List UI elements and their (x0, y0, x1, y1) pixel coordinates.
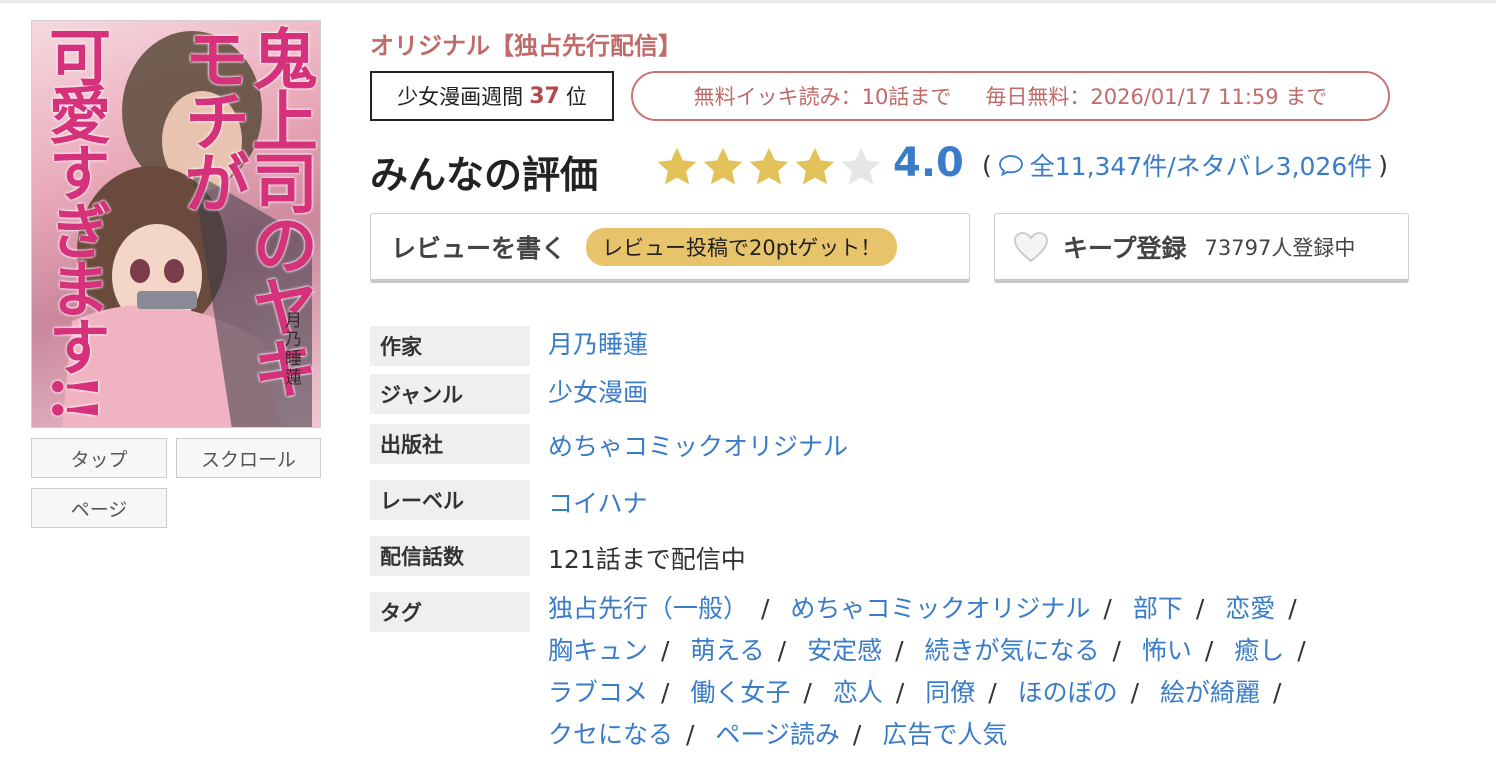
speech-bubble-icon (998, 155, 1023, 176)
tag-separator: / (1103, 594, 1112, 623)
star-icon (795, 147, 835, 185)
tag-separator: / (761, 594, 770, 623)
review-promo-badge: レビュー投稿で20ptゲット！ (586, 227, 898, 266)
keep-count: 73797人登録中 (1204, 235, 1356, 260)
genre-link[interactable]: 少女漫画 (548, 373, 648, 409)
tag-link[interactable]: ほのぼの (1018, 678, 1118, 707)
tag-separator: / (1297, 636, 1306, 665)
tag-link[interactable]: 同僚 (925, 678, 975, 707)
ranking-prefix: 少女漫画週間 (397, 85, 524, 109)
write-review-button[interactable]: レビューを書く レビュー投稿で20ptゲット！ (370, 213, 970, 283)
rating-close-paren: ) (1378, 150, 1389, 180)
rating-value: 4.0 (893, 140, 964, 186)
tag-link[interactable]: ラブコメ (548, 678, 648, 707)
tag-link[interactable]: 恋愛 (1225, 594, 1275, 623)
tag-link[interactable]: 胸キュン (548, 636, 648, 665)
author-label: 作家 (370, 326, 530, 366)
publisher-label: 出版社 (370, 424, 530, 464)
episodes-value: 121話まで配信中 (548, 545, 746, 574)
tag-link[interactable]: 働く女子 (690, 678, 790, 707)
star-icon (703, 147, 743, 185)
page-view-button[interactable]: ページ (31, 488, 167, 528)
cover-image[interactable]: 可愛すぎます!! 鬼上司のヤキモチが 月乃睡蓮 (31, 20, 321, 428)
tags-label: タグ (370, 592, 530, 632)
free-ikki-text: 無料イッキ読み：10話まで (693, 85, 952, 109)
tag-link[interactable]: めちゃコミックオリジナル (790, 594, 1090, 623)
tag-link[interactable]: クセになる (548, 720, 673, 749)
ranking-suffix: 位 (565, 85, 587, 109)
cover-title-sub: 可愛すぎます!! (38, 25, 111, 420)
tag-link[interactable]: 癒し (1234, 636, 1284, 665)
top-divider (0, 0, 1496, 3)
tag-separator: / (686, 720, 695, 749)
rating-count[interactable]: ( 全11,347件/ネタバレ3,026件 ) (976, 147, 1394, 183)
tag-link[interactable]: 絵が綺麗 (1160, 678, 1260, 707)
tag-separator: / (803, 678, 812, 707)
tag-link[interactable]: 部下 (1133, 594, 1183, 623)
tag-link[interactable]: 安定感 (807, 636, 882, 665)
tag-separator: / (1273, 678, 1282, 707)
tag-separator: / (852, 720, 862, 749)
tag-link[interactable]: 怖い (1142, 636, 1192, 665)
tag-separator: / (988, 678, 997, 707)
star-icon (841, 147, 881, 185)
ranking-box[interactable]: 少女漫画週間 37 位 (370, 71, 614, 121)
tag-separator: / (661, 678, 670, 707)
tag-separator: / (895, 678, 905, 707)
keep-button[interactable]: キープ登録 73797人登録中 (994, 213, 1409, 283)
tap-view-button[interactable]: タップ (31, 438, 167, 478)
free-info-box: 無料イッキ読み：10話まで 毎日無料：2026/01/17 11:59 まで (631, 71, 1390, 121)
tag-separator: / (1288, 594, 1297, 623)
heart-icon (1014, 231, 1048, 262)
tag-link[interactable]: 恋人 (833, 678, 883, 707)
star-icon (657, 147, 697, 185)
tag-link[interactable]: 続きが気になる (924, 636, 1099, 665)
original-badge: オリジナル【独占先行配信】 (370, 32, 682, 60)
tag-link[interactable]: 独占先行（一般） (548, 594, 748, 623)
label-link[interactable]: コイハナ (548, 484, 648, 520)
tag-separator: / (895, 636, 904, 665)
episodes-label: 配信話数 (370, 536, 530, 576)
genre-label: ジャンル (370, 374, 530, 414)
tag-separator: / (1195, 594, 1205, 623)
author-link[interactable]: 月乃睡蓮 (548, 325, 648, 361)
tag-separator: / (1130, 678, 1140, 707)
rating-count-link[interactable]: 全11,347件/ネタバレ3,026件 (1030, 147, 1372, 183)
tag-separator: / (777, 636, 787, 665)
scroll-view-button[interactable]: スクロール (176, 438, 321, 478)
free-daily-text: 毎日無料：2026/01/17 11:59 まで (985, 85, 1328, 109)
ranking-number: 37 (529, 83, 560, 109)
tag-link[interactable]: ページ読み (715, 720, 840, 749)
cover-author: 月乃睡蓮 (281, 311, 301, 387)
tag-separator: / (1204, 636, 1214, 665)
publisher-link[interactable]: めちゃコミックオリジナル (548, 427, 848, 463)
rating-open-paren: ( (982, 150, 992, 180)
rating-title: みんなの評価 (370, 153, 599, 197)
write-review-label: レビューを書く (391, 233, 567, 263)
rating-stars (655, 145, 883, 189)
tag-list: 独占先行（一般） / めちゃコミックオリジナル / 部下 / 恋愛 / 胸キュン / 萌え… (548, 588, 1398, 756)
tag-link[interactable]: 広告で人気 (882, 720, 1007, 749)
tag-link[interactable]: 萌える (690, 636, 764, 665)
label-label: レーベル (370, 480, 530, 520)
star-icon (749, 147, 789, 185)
tag-separator: / (1112, 636, 1121, 665)
keep-label: キープ登録 (1063, 233, 1187, 263)
tag-separator: / (661, 636, 670, 665)
